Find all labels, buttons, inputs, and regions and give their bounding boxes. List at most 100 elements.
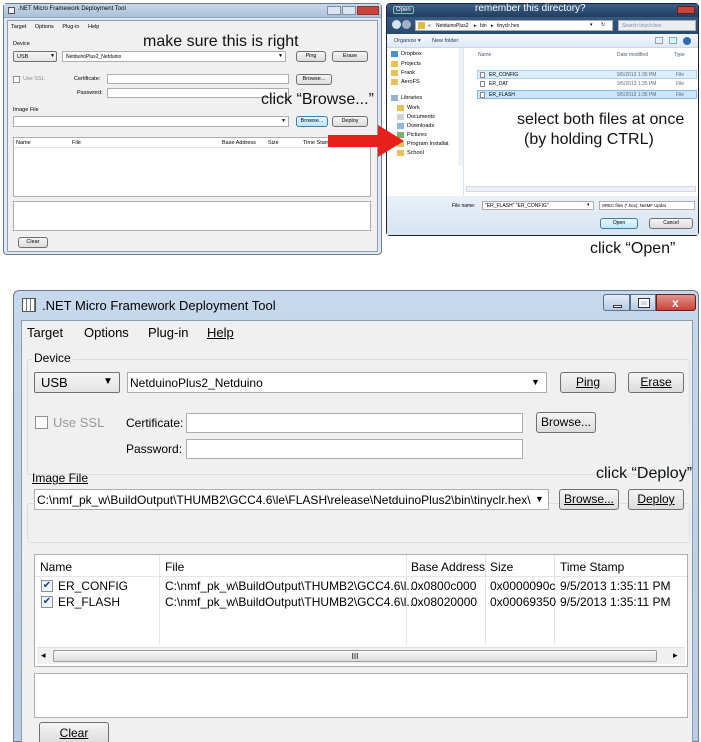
small-menu-options[interactable]: Options <box>35 24 54 30</box>
nav-item-downloads[interactable]: Downloads <box>397 122 461 131</box>
scroll-right-arrow-icon[interactable]: ▸ <box>673 650 678 661</box>
breadcrumb-item-bin[interactable]: bin <box>480 23 487 29</box>
nav-item-label: AeroFS <box>401 79 420 85</box>
main-list-hscrollbar[interactable]: ◂ III ▸ <box>37 647 685 664</box>
nav-item-work[interactable]: Work <box>397 104 461 113</box>
main-menu-target[interactable]: Target <box>27 325 63 340</box>
row-checkbox-checked[interactable]: ✔ <box>41 596 53 608</box>
main-column-size[interactable]: Size <box>490 560 513 574</box>
small-menu-plugin[interactable]: Plug-in <box>62 24 79 30</box>
main-column-time-stamp[interactable]: Time Stamp <box>560 560 624 574</box>
help-icon[interactable] <box>683 37 691 45</box>
main-transport-select[interactable]: USB ▼ <box>34 372 120 393</box>
small-browse-image-button[interactable]: Browse... <box>296 116 328 127</box>
cancel-button[interactable]: Cancel <box>649 218 693 229</box>
back-arrow-icon[interactable] <box>392 20 401 29</box>
organize-button[interactable]: Organize ▾ <box>394 38 421 44</box>
main-browse-certificate-button[interactable]: Browse... <box>536 412 596 433</box>
open-search-box[interactable]: Search tinyclr.hex <box>618 20 696 31</box>
main-column-name[interactable]: Name <box>40 560 72 574</box>
small-maximize-button[interactable] <box>342 6 356 15</box>
table-row[interactable]: ✔ ER_CONFIG C:\nmf_pk_w\BuildOutput\THUM… <box>35 579 687 594</box>
scroll-left-arrow-icon[interactable]: ◂ <box>41 650 46 661</box>
file-column-name[interactable]: Name <box>478 52 491 58</box>
nav-item-pictures[interactable]: Pictures <box>397 131 461 140</box>
open-button[interactable]: Open <box>600 218 638 229</box>
file-row-er-config[interactable]: ER_CONFIG 9/5/2013 1:35 PM File <box>477 70 697 79</box>
filename-input[interactable]: "ER_FLASH" "ER_CONFIG" ▾ <box>482 201 594 210</box>
main-maximize-button[interactable] <box>630 294 656 311</box>
small-column-base-address[interactable]: Base Address <box>222 140 256 146</box>
nav-item-projects[interactable]: Projects <box>391 60 461 69</box>
small-erase-button[interactable]: Erase <box>332 51 368 62</box>
small-menu-target[interactable]: Target <box>11 24 26 30</box>
main-image-list[interactable]: Name File Base Address Size Time Stamp ✔… <box>34 554 688 667</box>
main-close-button[interactable]: x <box>656 294 696 311</box>
file-column-date[interactable]: Date modified <box>617 52 648 58</box>
small-column-name[interactable]: Name <box>16 140 31 146</box>
main-menu-plugin[interactable]: Plug-in <box>148 325 188 340</box>
views-icon[interactable] <box>655 37 663 44</box>
main-window-title: .NET Micro Framework Deployment Tool <box>42 298 276 313</box>
small-column-file[interactable]: File <box>72 140 81 146</box>
main-deploy-button[interactable]: Deploy <box>628 489 684 510</box>
nav-item-frank[interactable]: Frank <box>391 69 461 78</box>
main-image-path-value: C:\nmf_pk_w\BuildOutput\THUMB2\GCC4.6\le… <box>37 493 549 507</box>
file-row-er-flash[interactable]: ER_FLASH 9/5/2013 1:35 PM File <box>477 90 697 99</box>
scroll-thumb[interactable]: III <box>53 650 657 662</box>
main-output-area[interactable] <box>34 673 688 718</box>
filetype-select[interactable]: SREC files (*.hex); NetMF Updat <box>599 201 695 210</box>
small-certificate-field[interactable] <box>107 74 289 84</box>
file-column-type[interactable]: Type <box>674 52 685 58</box>
new-folder-button[interactable]: New folder <box>432 38 458 44</box>
small-image-list[interactable]: Name File Base Address Size Time Stamp <box>13 137 371 197</box>
breadcrumb-overflow[interactable]: « <box>428 23 431 29</box>
nav-item-aerofs[interactable]: AeroFS <box>391 78 461 87</box>
file-row-er-dat[interactable]: ER_DAT 9/5/2013 1:35 PM File <box>477 80 697 89</box>
small-output-area[interactable] <box>13 201 371 231</box>
main-menu-help[interactable]: Help <box>207 325 234 340</box>
nav-item-libraries[interactable]: Libraries <box>391 94 461 103</box>
preview-pane-icon[interactable] <box>669 37 677 44</box>
small-menu-help[interactable]: Help <box>88 24 99 30</box>
table-row[interactable]: ✔ ER_FLASH C:\nmf_pk_w\BuildOutput\THUMB… <box>35 595 687 610</box>
breadcrumb-item-netduinoplus2[interactable]: NetduinoPlus2 <box>436 23 469 29</box>
file-list-hscrollbar[interactable] <box>466 186 696 192</box>
main-minimize-button[interactable] <box>603 294 630 311</box>
breadcrumb-item-tinyclr[interactable]: tinyclr.hex <box>497 23 519 29</box>
small-column-size[interactable]: Size <box>268 140 279 146</box>
small-close-button[interactable] <box>357 6 379 15</box>
main-column-file[interactable]: File <box>165 560 184 574</box>
small-ssl-checkbox[interactable] <box>13 76 20 83</box>
forward-arrow-icon[interactable] <box>402 20 411 29</box>
main-device-select[interactable]: NetduinoPlus2_Netduino ▼ <box>127 372 547 393</box>
main-menu-options[interactable]: Options <box>84 325 129 340</box>
row-checkbox-checked[interactable]: ✔ <box>41 580 53 592</box>
breadcrumb-chevron-down-icon[interactable]: ▾ <box>590 22 593 28</box>
main-deploy-label: Deploy <box>637 492 675 506</box>
nav-item-school[interactable]: School <box>397 149 461 158</box>
nav-item-dropbox[interactable]: Dropbox <box>391 50 461 59</box>
small-minimize-button[interactable] <box>327 6 341 15</box>
small-device-select[interactable]: NetduinoPlus2_Netduino ▼ <box>62 51 286 62</box>
main-erase-button[interactable]: Erase <box>628 372 684 393</box>
main-clear-button[interactable]: Clear <box>39 722 109 742</box>
small-image-file-select[interactable]: ▼ <box>13 116 289 127</box>
main-certificate-field[interactable] <box>186 413 523 433</box>
nav-item-program-installat[interactable]: Program Installat <box>397 140 461 149</box>
refresh-icon[interactable]: ↻ <box>601 22 605 28</box>
main-ssl-checkbox[interactable] <box>35 416 48 429</box>
main-ping-button[interactable]: Ping <box>560 372 616 393</box>
small-ping-button[interactable]: Ping <box>296 51 326 62</box>
small-transport-select[interactable]: USB ▼ <box>13 51 57 62</box>
main-column-base-address[interactable]: Base Address <box>411 560 485 574</box>
open-breadcrumb[interactable]: « NetduinoPlus2 ▸ bin ▸ tinyclr.hex ▾ ↻ <box>415 20 613 31</box>
main-browse-image-button[interactable]: Browse... <box>559 489 619 510</box>
main-password-field[interactable] <box>186 439 523 459</box>
small-browse-certificate-button[interactable]: Browse... <box>296 74 332 85</box>
nav-item-documents[interactable]: Documents <box>397 113 461 122</box>
open-close-button[interactable] <box>677 6 695 14</box>
small-clear-button[interactable]: Clear <box>18 237 48 248</box>
nav-scrollbar[interactable] <box>458 48 463 166</box>
main-image-file-select[interactable]: C:\nmf_pk_w\BuildOutput\THUMB2\GCC4.6\le… <box>34 489 549 510</box>
